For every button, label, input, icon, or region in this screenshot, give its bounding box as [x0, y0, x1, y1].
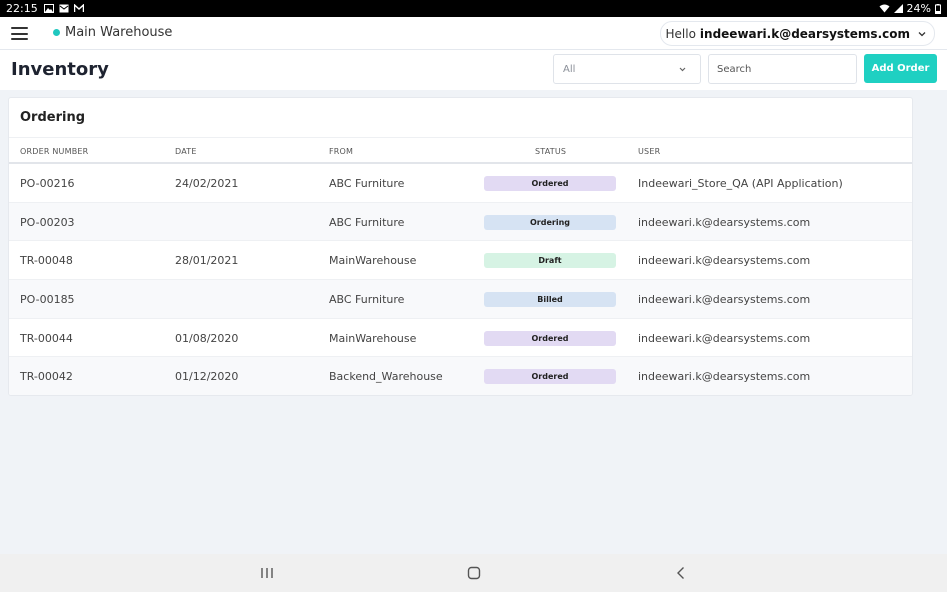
- user-cell: Indeewari_Store_QA (API Application): [638, 177, 843, 190]
- user-email: indeewari.k@dearsystems.com: [699, 26, 910, 41]
- status-badge: Ordered: [484, 330, 616, 346]
- status-badge: Ordered: [484, 369, 616, 385]
- chevron-down-icon: [918, 31, 926, 36]
- column-header-status[interactable]: STATUS: [535, 147, 566, 156]
- wifi-icon: [879, 4, 890, 13]
- battery-icon: [935, 3, 941, 14]
- column-header-order-number[interactable]: ORDER NUMBER: [20, 147, 88, 156]
- page-title: Inventory: [11, 59, 109, 80]
- status-badge: Billed: [484, 292, 616, 308]
- order-table-body: PO-00216 24/02/2021 ABC Furniture Ordered In…: [9, 164, 912, 395]
- user-cell: indeewari.k@dearsystems.com: [638, 331, 811, 345]
- page-header: Inventory All Add Order: [0, 50, 947, 90]
- from-cell: MainWarehouse: [329, 254, 417, 268]
- user-cell: indeewari.k@dearsystems.com: [638, 215, 811, 229]
- system-navigation-bar: [0, 554, 947, 592]
- table-row[interactable]: TR-00044 01/08/2020 MainWarehouse Ordered in…: [9, 319, 912, 358]
- order-number-cell: TR-00042: [20, 370, 73, 384]
- chevron-down-icon: [679, 67, 686, 72]
- battery-level: 24%: [906, 2, 931, 15]
- from-cell: Backend_Warehouse: [329, 370, 443, 384]
- user-cell: indeewari.k@dearsystems.com: [638, 254, 811, 268]
- card-title: Ordering: [20, 110, 86, 125]
- filter-value: All: [563, 63, 576, 75]
- location-selector[interactable]: Main Warehouse: [53, 25, 172, 40]
- recents-icon[interactable]: [259, 566, 275, 580]
- from-cell: ABC Furniture: [329, 215, 405, 229]
- table-row[interactable]: PO-00185 ABC Furniture Billed indeewari.k@d…: [9, 280, 912, 319]
- app-top-bar: Main Warehouse Hello indeewari.k@dearsys…: [0, 17, 947, 50]
- order-number-cell: PO-00203: [20, 215, 75, 229]
- location-status-dot: [53, 29, 60, 36]
- greeting-label: Hello: [665, 26, 696, 41]
- column-header-date[interactable]: DATE: [175, 147, 197, 156]
- signal-icon: [893, 4, 903, 13]
- from-cell: MainWarehouse: [329, 331, 417, 345]
- table-row[interactable]: PO-00203 ABC Furniture Ordering indeewari.k…: [9, 202, 912, 242]
- table-row[interactable]: TR-00048 28/01/2021 MainWarehouse Draft inde…: [9, 241, 912, 281]
- hamburger-icon[interactable]: [11, 27, 28, 40]
- order-number-cell: TR-00048: [20, 254, 73, 268]
- add-order-button[interactable]: Add Order: [864, 54, 937, 83]
- order-number-cell: PO-00185: [20, 293, 75, 307]
- user-cell: indeewari.k@dearsystems.com: [638, 293, 811, 307]
- date-cell: 01/12/2020: [175, 370, 239, 384]
- location-name: Main Warehouse: [65, 25, 173, 40]
- status-filter-select[interactable]: All: [553, 54, 701, 84]
- status-badge: Draft: [484, 253, 616, 269]
- order-number-cell: PO-00216: [20, 177, 75, 190]
- back-icon[interactable]: [673, 566, 689, 580]
- mail-notification-icon: [59, 4, 69, 13]
- from-cell: ABC Furniture: [329, 177, 405, 190]
- date-cell: 01/08/2020: [175, 331, 239, 345]
- table-header: ORDER NUMBER DATE FROM STATUS USER: [9, 137, 912, 164]
- status-badge: Ordered: [484, 176, 616, 191]
- ordering-card: Ordering ORDER NUMBER DATE FROM STATUS U…: [8, 97, 913, 396]
- date-cell: 28/01/2021: [175, 254, 239, 268]
- table-row[interactable]: TR-00042 01/12/2020 Backend_Warehouse Order…: [9, 357, 912, 395]
- home-icon[interactable]: [466, 566, 482, 580]
- date-cell: 24/02/2021: [175, 177, 239, 190]
- column-header-user[interactable]: USER: [638, 147, 660, 156]
- order-number-cell: TR-00044: [20, 331, 73, 345]
- status-badge: Ordering: [484, 214, 616, 230]
- table-row[interactable]: PO-00216 24/02/2021 ABC Furniture Ordered In…: [9, 164, 912, 203]
- user-cell: indeewari.k@dearsystems.com: [638, 370, 811, 384]
- search-input[interactable]: [708, 54, 857, 84]
- system-status-bar: 22:15 24%: [0, 0, 947, 17]
- gallery-notification-icon: [43, 4, 54, 13]
- column-header-from[interactable]: FROM: [329, 147, 353, 156]
- gmail-notification-icon: [73, 4, 84, 12]
- clock: 22:15: [6, 2, 38, 15]
- from-cell: ABC Furniture: [329, 293, 405, 307]
- user-menu[interactable]: Hello indeewari.k@dearsystems.com: [659, 21, 935, 46]
